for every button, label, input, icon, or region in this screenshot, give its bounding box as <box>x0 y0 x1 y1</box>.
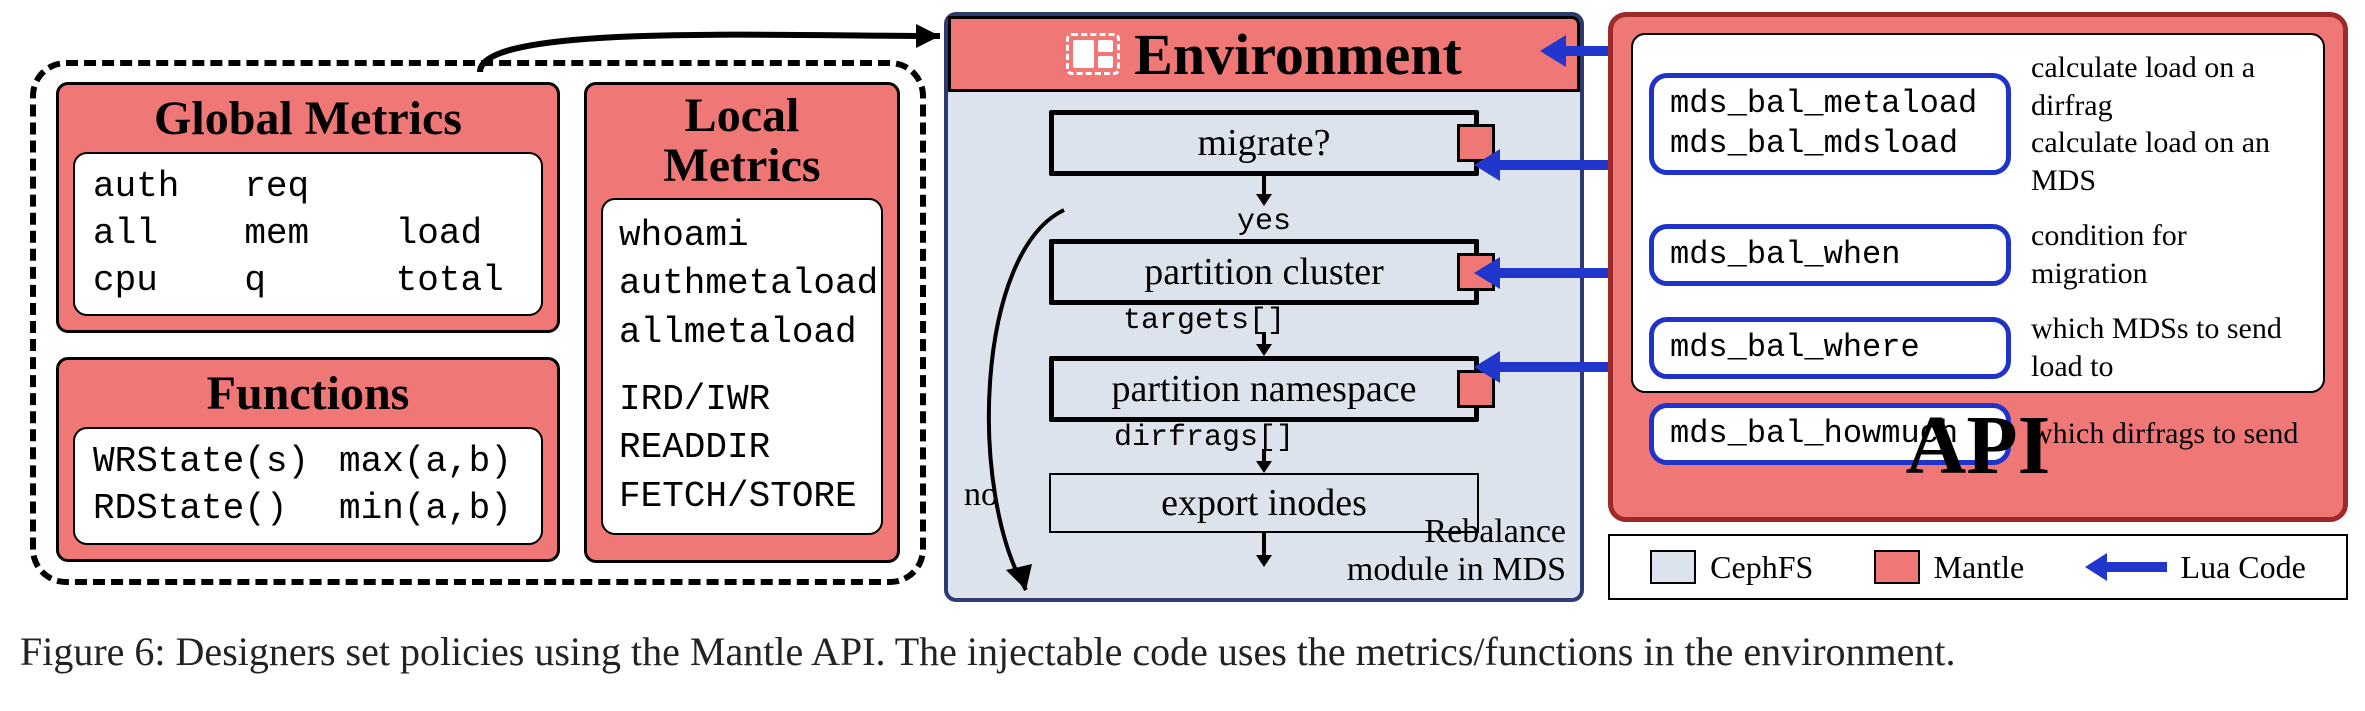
local-metric-item: whoami <box>619 212 865 261</box>
metric-item: auth <box>93 164 220 211</box>
functions-box: Functions WRState(s) max(a,b) RDState() … <box>56 357 560 562</box>
layout-icon <box>1066 33 1120 75</box>
environment-title: Environment <box>1134 21 1462 88</box>
step-label: export inodes <box>1161 482 1367 524</box>
figure-caption: Figure 6: Designers set policies using t… <box>20 628 2340 675</box>
local-metric-item: authmetaload <box>619 260 865 309</box>
local-metrics-box: Local Metrics whoami authmetaload allmet… <box>584 82 900 563</box>
metric-item: all <box>93 211 220 258</box>
api-row: mds_bal_when condition for migration <box>1649 217 2307 292</box>
step-migrate: migrate? <box>1049 110 1479 176</box>
legend-label: CephFS <box>1710 549 1813 586</box>
api-bubble: mds_bal_where <box>1649 317 2011 379</box>
function-item: WRState(s) <box>93 439 309 486</box>
local-metric-item: allmetaload <box>619 309 865 358</box>
local-metric-item: FETCH/STORE <box>619 473 865 522</box>
functions-title: Functions <box>73 366 543 421</box>
local-metric-item: READDIR <box>619 424 865 473</box>
api-bubble: mds_bal_metaload mds_bal_mdsload <box>1649 73 2011 175</box>
arrow-down: yes <box>998 176 1530 239</box>
arrow-label: dirfrags[] <box>1114 422 1294 455</box>
api-name: mds_bal_where <box>1670 328 1990 368</box>
api-bubble: mds_bal_when <box>1649 224 2011 286</box>
metric-item: req <box>244 164 371 211</box>
metric-item <box>396 164 523 211</box>
arrow-down: dirfrags[] <box>998 422 1530 473</box>
metric-item: total <box>396 258 523 305</box>
legend-label: Lua Code <box>2181 549 2306 586</box>
global-metrics-title: Global Metrics <box>73 91 543 146</box>
step-label: partition cluster <box>1144 251 1384 293</box>
local-metrics-title: Local Metrics <box>601 91 883 192</box>
legend-label: Mantle <box>1934 549 2025 586</box>
api-desc: which MDSs to send load to <box>2031 310 2307 385</box>
api-inner: mds_bal_metaload mds_bal_mdsload calcula… <box>1631 33 2325 393</box>
metric-item: q <box>244 258 371 305</box>
environment-header: Environment <box>948 16 1580 92</box>
caption-line: Rebalance <box>1347 513 1566 550</box>
api-row: mds_bal_metaload mds_bal_mdsload calcula… <box>1649 49 2307 199</box>
metric-item: load <box>396 211 523 258</box>
local-metric-item: IRD/IWR <box>619 376 865 425</box>
global-metrics-box: Global Metrics auth req all mem load cpu… <box>56 82 560 333</box>
arrow-down: targets[] <box>998 305 1530 356</box>
environment-caption: Rebalance module in MDS <box>1347 513 1566 588</box>
step-partition-cluster: partition cluster <box>1049 239 1479 305</box>
metric-item: mem <box>244 211 371 258</box>
function-item: min(a,b) <box>339 486 523 533</box>
no-label: no <box>964 476 998 514</box>
api-row: mds_bal_where which MDSs to send load to <box>1649 310 2307 385</box>
legend-mantle: Mantle <box>1874 549 2025 586</box>
api-desc-line: calculate load on a dirfrag <box>2031 49 2307 124</box>
api-desc: which dirfrags to send <box>2031 415 2298 453</box>
arrow-label: targets[] <box>1123 305 1285 338</box>
api-name: mds_bal_mdsload <box>1670 124 1990 164</box>
api-name: mds_bal_when <box>1670 235 1990 275</box>
swatch-mantle <box>1874 550 1920 584</box>
global-metrics-list: auth req all mem load cpu q total <box>73 152 543 316</box>
metrics-wrap: Global Metrics auth req all mem load cpu… <box>30 60 926 585</box>
functions-list: WRState(s) max(a,b) RDState() min(a,b) <box>73 427 543 545</box>
function-item: max(a,b) <box>339 439 523 486</box>
swatch-cephfs <box>1650 550 1696 584</box>
legend-lua: Lua Code <box>2085 549 2306 586</box>
step-label: partition namespace <box>1112 368 1417 410</box>
api-name: mds_bal_metaload <box>1670 84 1990 124</box>
legend: CephFS Mantle Lua Code <box>1608 534 2348 600</box>
step-partition-namespace: partition namespace <box>1049 356 1479 422</box>
arrow-left-icon <box>2085 553 2167 581</box>
function-item: RDState() <box>93 486 309 533</box>
api-desc-line: calculate load on an MDS <box>2031 124 2307 199</box>
metric-item: cpu <box>93 258 220 305</box>
arrow-label: yes <box>1237 205 1291 239</box>
api-desc: calculate load on a dirfrag calculate lo… <box>2031 49 2307 199</box>
api-panel: mds_bal_metaload mds_bal_mdsload calcula… <box>1608 12 2348 522</box>
environment-panel: Environment migrate? yes partition clust… <box>944 12 1584 602</box>
step-label: migrate? <box>1198 122 1331 164</box>
api-desc: condition for migration <box>2031 217 2307 292</box>
caption-line: module in MDS <box>1347 551 1566 588</box>
legend-cephfs: CephFS <box>1650 549 1813 586</box>
local-metrics-list: whoami authmetaload allmetaload IRD/IWR … <box>601 198 883 536</box>
